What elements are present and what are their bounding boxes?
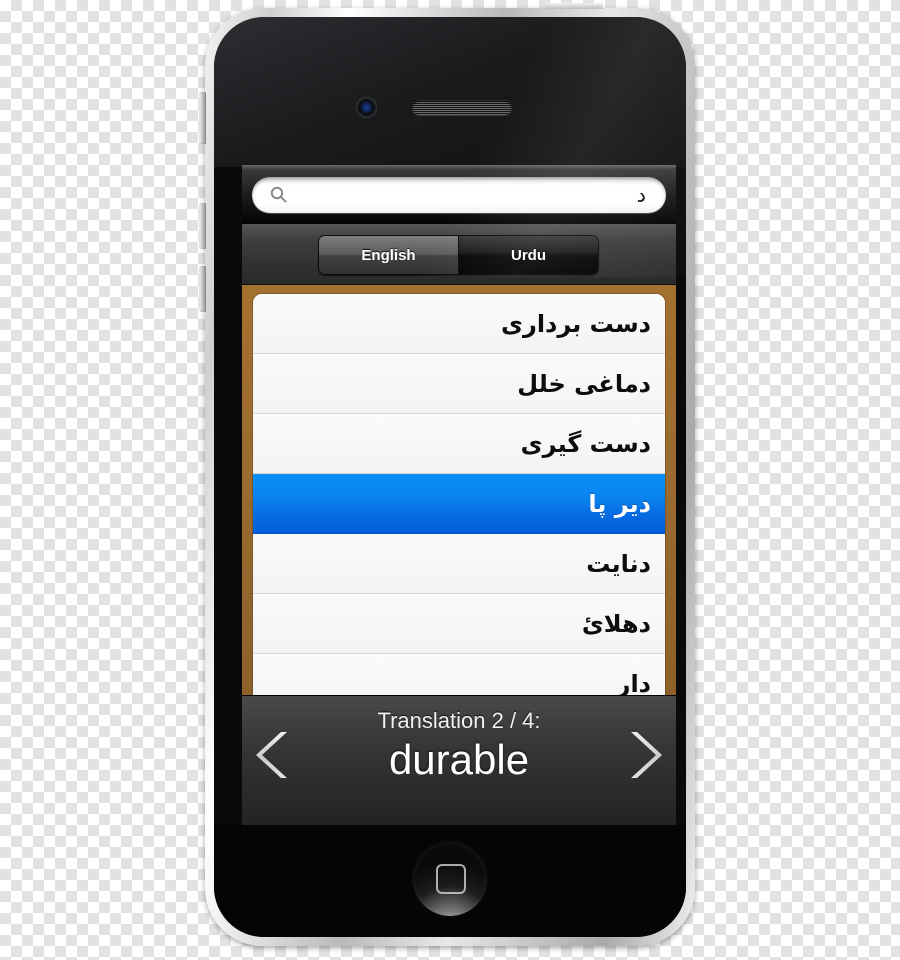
- word-list-frame: دست برداری دماغی خلل دست گیری دیر پا دنا: [242, 285, 676, 695]
- phone-screen: د English Urdu دست برداری دماغی خلل دست …: [242, 165, 676, 825]
- list-item-label: دهلائ: [581, 609, 651, 638]
- list-item-label: دماغی خلل: [517, 369, 651, 398]
- translation-counter-label: Translation 2 / 4:: [377, 708, 541, 733]
- language-toggle-bar: English Urdu: [242, 224, 676, 285]
- page-root: د English Urdu دست برداری دماغی خلل دست …: [0, 0, 900, 960]
- list-item[interactable]: دهلائ: [253, 594, 665, 654]
- list-item-label: دست برداری: [501, 309, 651, 338]
- volume-up-button[interactable]: [199, 203, 206, 249]
- segment-urdu[interactable]: Urdu: [458, 236, 598, 274]
- home-button[interactable]: [413, 842, 487, 916]
- translation-word: durable: [388, 736, 530, 783]
- search-input[interactable]: د: [252, 177, 666, 213]
- rounded-square-icon: [436, 864, 466, 894]
- power-button[interactable]: [545, 3, 603, 9]
- volume-down-button[interactable]: [199, 266, 206, 312]
- chevron-right-icon[interactable]: [620, 728, 664, 782]
- list-item-label: دیر پا: [588, 489, 651, 518]
- list-item[interactable]: دار: [253, 654, 665, 695]
- list-item[interactable]: دماغی خلل: [253, 354, 665, 414]
- list-item[interactable]: دنایت: [253, 534, 665, 594]
- segment-english[interactable]: English: [319, 236, 458, 274]
- list-item-selected[interactable]: دیر پا: [253, 474, 665, 534]
- search-input-value: د: [636, 183, 646, 207]
- phone-top-bezel: [214, 17, 686, 167]
- list-item-label: دار: [616, 669, 651, 696]
- mute-switch[interactable]: [199, 92, 206, 144]
- phone-front-face: د English Urdu دست برداری دماغی خلل دست …: [214, 17, 686, 937]
- search-icon: [270, 186, 287, 203]
- list-item-label: دنایت: [586, 549, 651, 578]
- list-item[interactable]: دست برداری: [253, 294, 665, 354]
- segment-urdu-label: Urdu: [511, 246, 546, 264]
- word-list[interactable]: دست برداری دماغی خلل دست گیری دیر پا دنا: [253, 294, 665, 695]
- phone-device: د English Urdu دست برداری دماغی خلل دست …: [199, 3, 695, 946]
- list-item-label: دست گیری: [520, 429, 651, 458]
- translation-bar: Translation 2 / 4: durable: [242, 695, 676, 825]
- list-item[interactable]: دست گیری: [253, 414, 665, 474]
- language-segmented-control[interactable]: English Urdu: [318, 235, 599, 275]
- segment-english-label: English: [361, 246, 416, 264]
- front-camera-icon: [356, 97, 377, 118]
- search-bar: د: [242, 165, 676, 224]
- earpiece-speaker-icon: [412, 100, 512, 115]
